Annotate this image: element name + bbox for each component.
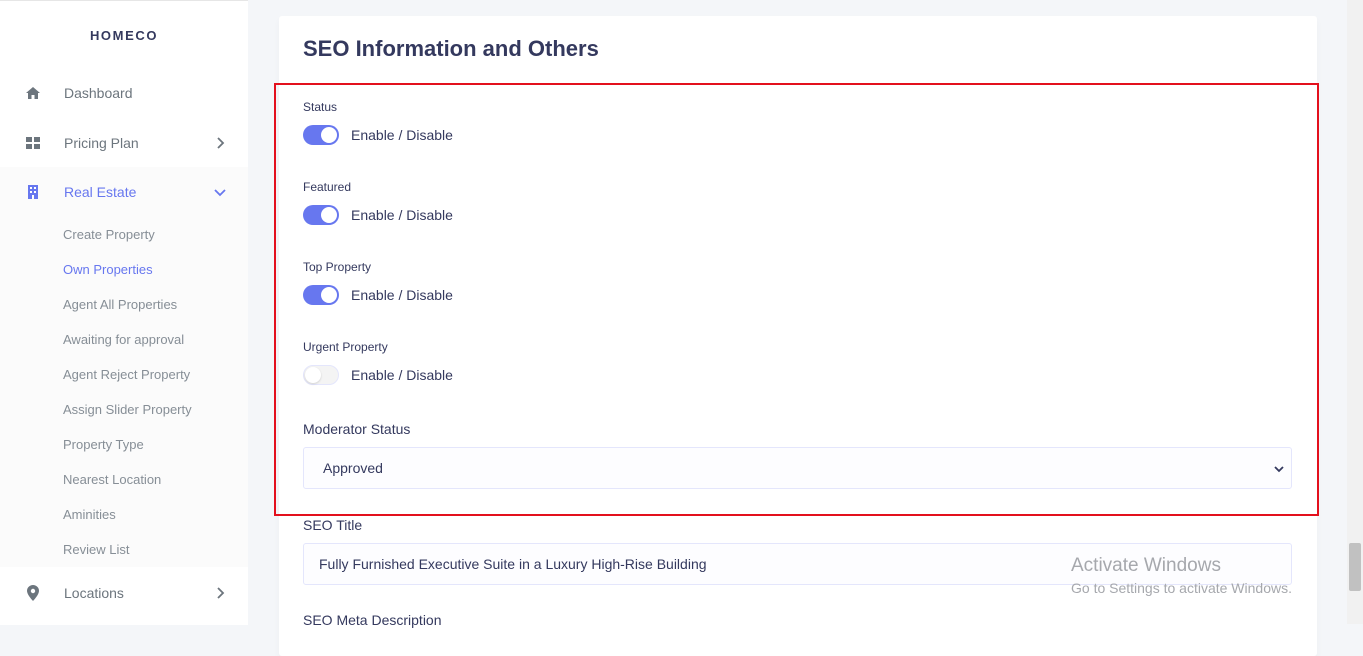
toggle-knob [321,207,337,223]
submenu-create-property[interactable]: Create Property [63,227,155,242]
toggle-knob [321,287,337,303]
submenu-awaiting-approval[interactable]: Awaiting for approval [63,332,184,347]
top-property-toggle[interactable] [303,285,339,305]
submenu-assign-slider-property[interactable]: Assign Slider Property [63,402,192,417]
sidebar-item-label: Real Estate [64,184,137,200]
submenu-nearest-location[interactable]: Nearest Location [63,472,161,487]
submenu-aminities[interactable]: Aminities [63,507,116,522]
moderator-status-select[interactable]: Approved [303,447,1292,489]
top-property-toggle-text: Enable / Disable [351,287,453,303]
urgent-property-toggle[interactable] [303,365,339,385]
sidebar-item-pricing-plan[interactable]: Pricing Plan [0,118,248,168]
seo-title-label: SEO Title [303,517,363,533]
top-property-label: Top Property [303,260,372,274]
status-toggle-text: Enable / Disable [351,127,453,143]
sidebar-item-real-estate[interactable]: Real Estate [0,167,248,217]
seo-title-value: Fully Furnished Executive Suite in a Lux… [319,556,707,572]
sidebar-item-locations[interactable]: Locations [0,568,248,618]
moderator-status-value: Approved [323,460,383,476]
scrollbar-thumb[interactable] [1349,543,1361,591]
sidebar-item-label: Locations [64,585,124,601]
toggle-knob [321,127,337,143]
scrollbar-track[interactable] [1347,0,1363,624]
map-pin-icon [25,585,41,601]
building-icon [25,184,41,200]
grid-icon [25,135,41,151]
urgent-property-label: Urgent Property [303,340,388,354]
seo-meta-description-label: SEO Meta Description [303,612,442,628]
real-estate-submenu: Create Property Own Properties Agent All… [0,217,248,567]
submenu-own-properties[interactable]: Own Properties [63,262,153,277]
sidebar: HOMECO Dashboard Pricing Plan Real Estat… [0,0,248,625]
chevron-right-icon [212,585,228,601]
featured-toggle[interactable] [303,205,339,225]
chevron-down-icon [1273,462,1285,474]
featured-label: Featured [303,180,352,194]
brand-logo[interactable]: HOMECO [0,28,248,43]
page-title: SEO Information and Others [303,36,599,61]
featured-toggle-text: Enable / Disable [351,207,453,223]
submenu-property-type[interactable]: Property Type [63,437,144,452]
submenu-agent-all-properties[interactable]: Agent All Properties [63,297,177,312]
moderator-status-label: Moderator Status [303,421,411,437]
sidebar-item-label: Pricing Plan [64,135,139,151]
chevron-right-icon [212,135,228,151]
urgent-property-toggle-text: Enable / Disable [351,367,453,383]
activation-watermark-subtitle: Go to Settings to activate Windows. [1071,580,1292,596]
status-toggle[interactable] [303,125,339,145]
sidebar-item-label: Dashboard [64,85,133,101]
submenu-review-list[interactable]: Review List [63,542,129,557]
home-icon [25,85,41,101]
chevron-down-icon [212,184,228,200]
toggle-knob [305,367,321,383]
activation-watermark-title: Activate Windows [1071,555,1221,576]
sidebar-item-dashboard[interactable]: Dashboard [0,68,248,118]
status-label: Status [303,100,338,114]
submenu-agent-reject-property[interactable]: Agent Reject Property [63,367,190,382]
